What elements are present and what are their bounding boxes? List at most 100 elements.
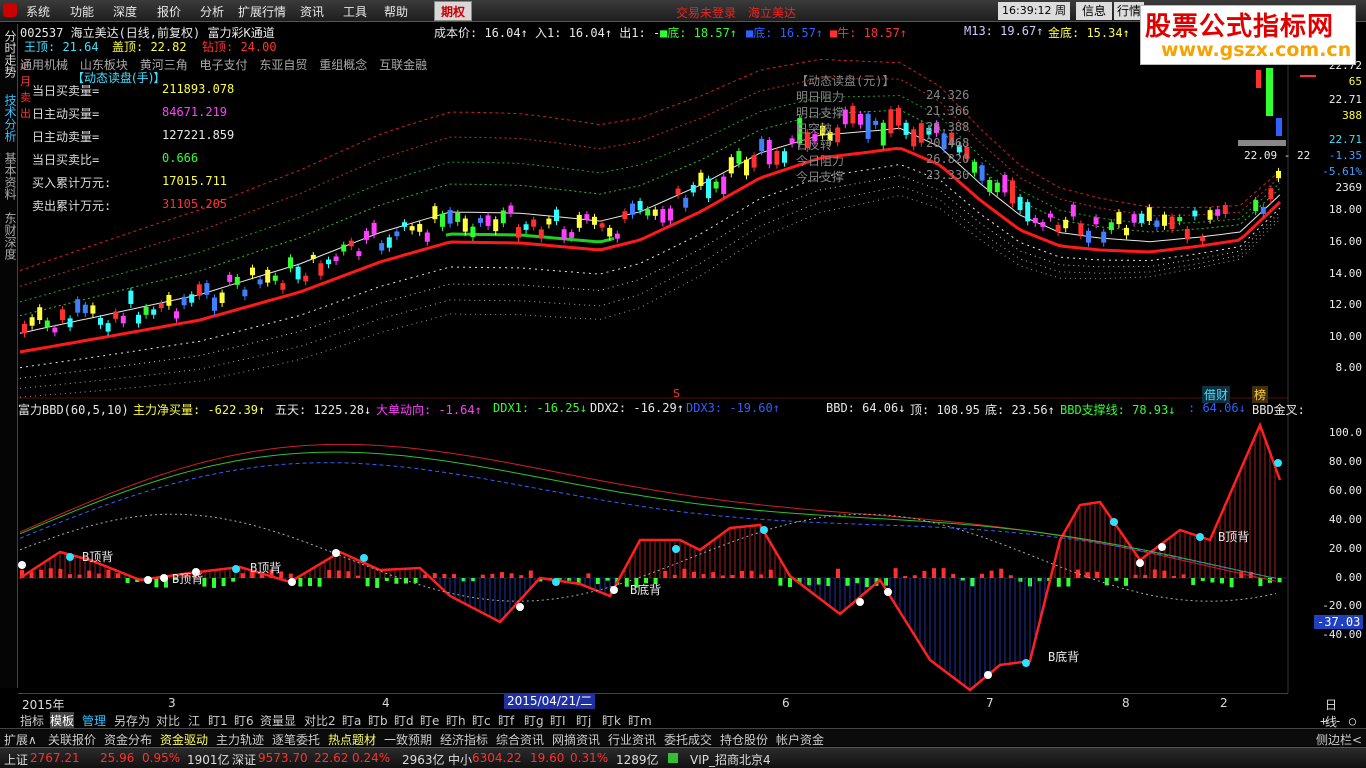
- sz-index-value: 9573.70: [258, 751, 308, 765]
- candle-body: [272, 275, 278, 281]
- indicator-tab[interactable]: 盯d: [394, 712, 414, 729]
- indicator-tab[interactable]: 盯a: [342, 712, 361, 729]
- tab-eastmoney-depth[interactable]: 东财深度: [2, 212, 17, 260]
- concept-tag[interactable]: 电子支付: [200, 58, 248, 72]
- dynamic-price-label: 日反转: [796, 138, 833, 152]
- sh-index-change: 25.96: [100, 751, 135, 765]
- indicator-tab[interactable]: 资量显: [260, 712, 296, 729]
- function-tab[interactable]: 关联报价: [48, 731, 96, 748]
- login-status[interactable]: 交易未登录: [676, 4, 736, 21]
- function-tab[interactable]: 网摘资讯: [552, 731, 600, 748]
- indicator-tab[interactable]: 盯I: [550, 712, 566, 729]
- histogram-bar: [39, 569, 44, 578]
- histogram-bar: [452, 574, 456, 578]
- concept-tag[interactable]: 东亚自贸: [259, 58, 307, 72]
- candle-body: [516, 227, 521, 238]
- info-button[interactable]: 信息: [1076, 2, 1112, 20]
- histogram-bar: [836, 568, 840, 578]
- indicator-tab[interactable]: 江: [188, 712, 200, 729]
- histogram-bar: [29, 571, 34, 578]
- tab-fundamentals[interactable]: 基本资料: [2, 152, 17, 200]
- histogram-bar: [567, 578, 572, 581]
- indicator-tab[interactable]: 盯h: [446, 712, 466, 729]
- indicator-tab[interactable]: 另存为: [114, 712, 150, 729]
- indicator-tab[interactable]: 模板: [50, 712, 75, 729]
- indicator-tab[interactable]: 盯f: [498, 712, 514, 729]
- candle-body: [470, 226, 476, 238]
- indicator-tab[interactable]: 盯c: [472, 712, 491, 729]
- bbd-support: BBD支撑线: 78.93↓: [1060, 403, 1176, 417]
- function-tab[interactable]: 行业资讯: [608, 731, 656, 748]
- function-tab[interactable]: 资金分布: [104, 731, 152, 748]
- function-tab[interactable]: 热点题材: [328, 731, 376, 748]
- indicator-tab[interactable]: 盯6: [234, 712, 254, 729]
- indicator-tab[interactable]: 盯e: [420, 712, 439, 729]
- concept-tag[interactable]: 互联金融: [379, 58, 427, 72]
- function-tab[interactable]: 扩展∧: [4, 731, 37, 748]
- function-tab[interactable]: 资金驱动: [160, 731, 208, 748]
- menu-system[interactable]: 系统: [26, 3, 50, 20]
- finance-tag[interactable]: 借财: [1202, 386, 1231, 403]
- candle-body: [181, 296, 187, 306]
- order-flow-row: 买入累计万元: 17015.711: [32, 174, 252, 190]
- candle-body: [789, 138, 795, 144]
- sh-index-amount: 1901亿: [187, 753, 230, 767]
- sh-index-name[interactable]: 上证: [4, 751, 28, 768]
- candle-body: [1040, 222, 1046, 227]
- indicator-bottom: ■底: 16.57↑: [746, 26, 824, 40]
- dynamic-price-value: 21.366: [926, 104, 970, 118]
- menu-quote[interactable]: 报价: [157, 3, 181, 20]
- zuan-top: 钻顶: 24.00: [202, 40, 277, 54]
- candle-body: [538, 229, 544, 239]
- indicator-tab[interactable]: 盯b: [368, 712, 388, 729]
- tab-intraday[interactable]: 分时走势: [2, 30, 17, 78]
- function-tab[interactable]: 帐户资金: [776, 731, 824, 748]
- function-tab[interactable]: 经济指标: [440, 731, 488, 748]
- candle-body: [1139, 213, 1145, 223]
- function-tab[interactable]: 委托成交: [664, 731, 712, 748]
- histogram-bar: [1104, 578, 1109, 586]
- candle-body: [341, 244, 347, 252]
- menu-analysis[interactable]: 分析: [200, 3, 224, 20]
- menu-help[interactable]: 帮助: [384, 3, 408, 20]
- indicator-tab[interactable]: 盯k: [602, 712, 621, 729]
- menu-function[interactable]: 功能: [70, 3, 94, 20]
- tab-technical[interactable]: 技术分析: [2, 94, 17, 142]
- candle-body: [1131, 214, 1137, 223]
- indicator-axis-tick: 0.00: [1335, 571, 1363, 584]
- menu-extended[interactable]: 扩展行情: [238, 3, 286, 20]
- histogram-bar: [346, 571, 351, 578]
- histogram-bar: [1258, 578, 1263, 587]
- zx-index-name[interactable]: 中小: [448, 751, 472, 768]
- menu-depth[interactable]: 深度: [113, 3, 137, 20]
- histogram-bar: [596, 578, 600, 585]
- concept-tag[interactable]: 通用机械: [20, 58, 68, 72]
- indicator-tab[interactable]: 盯g: [524, 712, 544, 729]
- ddx1: DDX1: -16.25↓: [493, 401, 587, 415]
- candle-body: [493, 219, 499, 232]
- function-tab[interactable]: 主力轨迹: [216, 731, 264, 748]
- menu-tools[interactable]: 工具: [343, 3, 367, 20]
- indicator-tab[interactable]: 盯m: [628, 712, 652, 729]
- indicator-axis-tick: 80.00: [1328, 455, 1362, 468]
- menu-news[interactable]: 资讯: [300, 3, 324, 20]
- function-tab[interactable]: 一致预期: [384, 731, 432, 748]
- indicator-tab[interactable]: 指标: [20, 712, 44, 729]
- function-tab[interactable]: 持仓股份: [720, 731, 768, 748]
- list-tag[interactable]: 榜: [1252, 386, 1269, 403]
- candle-body: [295, 266, 301, 280]
- indicator-tab[interactable]: 盯j: [576, 712, 591, 729]
- sidebar-toggle[interactable]: 侧边栏<: [1316, 731, 1362, 748]
- function-tab[interactable]: 综合资讯: [496, 731, 544, 748]
- indicator-tab[interactable]: 对比2: [304, 712, 336, 729]
- sz-index-name[interactable]: 深证: [232, 751, 256, 768]
- menu-options-button[interactable]: 期权: [434, 1, 472, 21]
- indicator-tab[interactable]: 对比: [156, 712, 180, 729]
- indicator-tab[interactable]: 管理: [82, 712, 106, 729]
- function-tab[interactable]: 逐笔委托: [272, 731, 320, 748]
- indicator-tab[interactable]: 盯1: [208, 712, 228, 729]
- histogram-bar: [1124, 578, 1128, 586]
- histogram-bar: [231, 578, 236, 582]
- price-axis: 22.72 65 22.71 388 22.71 22.09 - 22 -1.35 -5.61…: [1244, 56, 1366, 396]
- concept-tag[interactable]: 重组概念: [319, 58, 367, 72]
